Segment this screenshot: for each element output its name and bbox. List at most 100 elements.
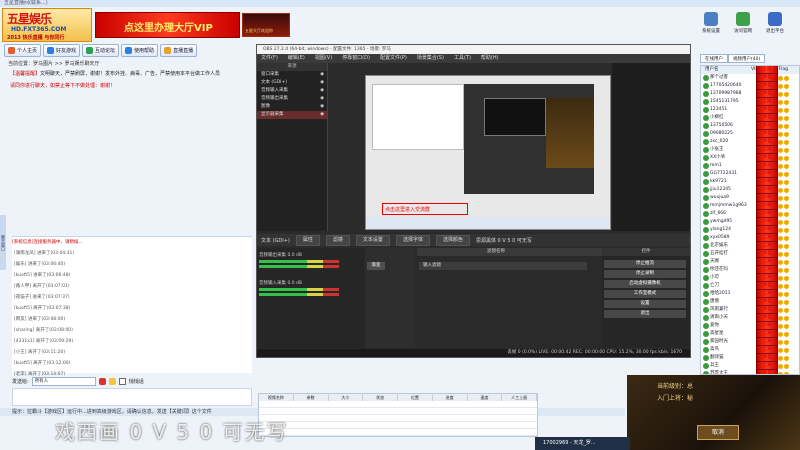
user-row[interactable]: 小柳红 神圣 [701, 105, 799, 131]
eye-icon[interactable]: ◉ [320, 103, 324, 111]
text-settings-button[interactable]: 文本设置 [355, 234, 390, 246]
settings-button[interactable]: 设置 [604, 300, 686, 308]
menu-scene-collection[interactable]: 场景集合(S) [417, 54, 444, 63]
ad-banner[interactable]: 五星大厅欢迎你 [242, 13, 290, 37]
user-row[interactable]: 家园时光 上将 [701, 329, 799, 355]
toolbar-forum-button[interactable]: 互动论坛 [82, 44, 120, 57]
user-row[interactable]: 123451 上级 [701, 97, 799, 123]
menu-profile[interactable]: 配置文件(P) [380, 54, 407, 63]
column-header[interactable]: 状态 [363, 394, 398, 401]
user-row[interactable]: zxc_020 神圣 [701, 129, 799, 155]
user-row[interactable]: 小可 上将 [701, 265, 799, 291]
menu-docks[interactable]: 停靠窗口(D) [342, 54, 370, 63]
exit-platform-button[interactable]: 退出平台 [762, 12, 788, 34]
exit-button[interactable]: 退出 [604, 310, 686, 318]
virtual-camera-button[interactable]: 启动虚拟摄像机 [604, 280, 686, 288]
user-row[interactable]: jjiu12345 少将 [701, 177, 799, 203]
user-row[interactable]: 天赐 神圣 [701, 249, 799, 275]
user-row[interactable]: 你还在吗 上将 [701, 257, 799, 283]
properties-button[interactable]: 属性 [295, 234, 320, 246]
source-item[interactable]: 文本 (GDI+) ◉ [257, 79, 327, 87]
eye-icon[interactable]: ◉ [320, 111, 324, 119]
user-row[interactable]: 高星星 少将 [701, 321, 799, 347]
obs-preview[interactable]: 点击这里进入交流群 [365, 75, 611, 230]
user-row[interactable]: 09080225 大员 [701, 121, 799, 147]
filter-select[interactable]: 输入滤镜 [419, 262, 587, 270]
user-row[interactable]: XX小爷 上级 [701, 145, 799, 171]
column-header[interactable]: 位置 [398, 394, 433, 401]
user-row[interactable]: 17705420640 神圣 [701, 73, 799, 99]
settings-button[interactable]: 系统设置 [698, 12, 724, 34]
user-row[interactable]: 翻译猫 上将 [701, 345, 799, 371]
stop-stream-button[interactable]: 停止推流 [604, 260, 686, 268]
stop-record-button[interactable]: 停止录制 [604, 270, 686, 278]
column-header[interactable]: 人工上报 [502, 394, 537, 401]
eye-icon[interactable]: ◉ [320, 95, 324, 103]
user-row[interactable]: ylang124 少将 [701, 217, 799, 243]
user-row[interactable]: zlf_666 少将 [701, 201, 799, 227]
user-row[interactable]: 高鸟 上将 [701, 337, 799, 363]
user-row[interactable]: wuxjua9 少将 [701, 185, 799, 211]
toolbar-tv-button[interactable]: 直播直播 [160, 44, 198, 57]
vip-banner[interactable]: 点这里办理大厅VIP [95, 12, 240, 38]
cancel-button[interactable]: 取消 [697, 425, 739, 440]
user-row[interactable]: 唐僧 上将 [701, 289, 799, 315]
user-row[interactable]: kk9721 少将 [701, 169, 799, 195]
font-button[interactable]: 选择字体 [395, 234, 430, 246]
taskbar-item[interactable]: 17002969 - 天龙_罗... [535, 437, 630, 450]
menu-edit[interactable]: 编辑(E) [288, 54, 305, 63]
menu-tools[interactable]: 工具(T) [454, 54, 471, 63]
user-row[interactable]: 亡刀 上将 [701, 273, 799, 299]
studio-mode-button[interactable]: 工作室模式 [604, 290, 686, 298]
tab-online-users[interactable]: 在线用户 [700, 54, 728, 63]
user-row[interactable]: 风雨兼行 神圣 [701, 297, 799, 323]
column-header[interactable]: 进度 [433, 394, 468, 401]
filters-button[interactable]: 滤镜 [325, 234, 350, 246]
emoji-icon[interactable] [108, 377, 116, 385]
user-row[interactable]: ywmgd95 少将 [701, 209, 799, 235]
user-row[interactable]: 1545131795 神圣 [701, 89, 799, 115]
user-row[interactable]: mmjmmw1g963 少将 [701, 193, 799, 219]
user-row[interactable]: xyx0589 少将 [701, 225, 799, 251]
user-row[interactable]: 北京娱乐 上将 [701, 233, 799, 259]
menu-help[interactable]: 帮助(H) [481, 54, 499, 63]
column-header[interactable]: 大小 [329, 394, 364, 401]
eye-icon[interactable]: ◉ [320, 79, 324, 87]
color-icon[interactable] [98, 377, 106, 385]
source-item[interactable]: 音频输出采集 ◉ [257, 95, 327, 103]
column-header[interactable]: 速度 [468, 394, 503, 401]
menu-view[interactable]: 视图(V) [315, 54, 332, 63]
column-header[interactable]: 用户名 [701, 66, 751, 74]
toolbar-home-button[interactable]: 个人主页 [4, 44, 42, 57]
whisper-checkbox[interactable] [118, 377, 126, 385]
column-header[interactable]: 视频名称 [259, 394, 294, 401]
toolbar-game-button[interactable]: 好友游戏 [43, 44, 81, 57]
volume-slider[interactable] [259, 265, 339, 268]
user-row[interactable]: mm1 神圣 [701, 153, 799, 179]
color-button[interactable]: 选择颜色 [435, 234, 470, 246]
user-row[interactable]: 爱你 神圣 [701, 313, 799, 339]
source-item[interactable]: 音频输入采集 ◉ [257, 87, 327, 95]
toolbar-help-button[interactable]: 使用帮助 [121, 44, 159, 57]
user-row[interactable]: 13709987988 神圣 [701, 81, 799, 107]
user-row[interactable]: 五开挂打 上将 [701, 241, 799, 267]
source-item[interactable]: 图像 ◉ [257, 103, 327, 111]
source-item[interactable]: 窗口采集 ◉ [257, 71, 327, 79]
user-row[interactable]: 13750506 神圣 [701, 113, 799, 139]
volume-slider[interactable] [259, 293, 339, 296]
side-tab[interactable]: 聊天窗口 [0, 215, 6, 270]
transition-item[interactable]: 渐变 [367, 262, 385, 270]
chat-input[interactable] [12, 388, 252, 406]
user-row[interactable]: 那个过客 上级 [701, 66, 799, 91]
send-target-select[interactable]: 所有人 [31, 376, 96, 386]
user-row[interactable]: 哈哈2011 神圣 [701, 281, 799, 307]
website-button[interactable]: 访问官网 [730, 12, 756, 34]
column-header[interactable]: 参数 [294, 394, 329, 401]
eye-icon[interactable]: ◉ [320, 87, 324, 95]
eye-icon[interactable]: ◉ [320, 71, 324, 79]
tab-video-users[interactable]: 视频用户(40) [728, 54, 766, 63]
user-row[interactable]: 兵王 神圣 [701, 353, 799, 374]
source-item-selected[interactable]: 显示器采集 ◉ [257, 111, 327, 119]
user-row[interactable]: 清雨小天 神圣 [701, 305, 799, 331]
menu-file[interactable]: 文件(F) [261, 54, 278, 63]
